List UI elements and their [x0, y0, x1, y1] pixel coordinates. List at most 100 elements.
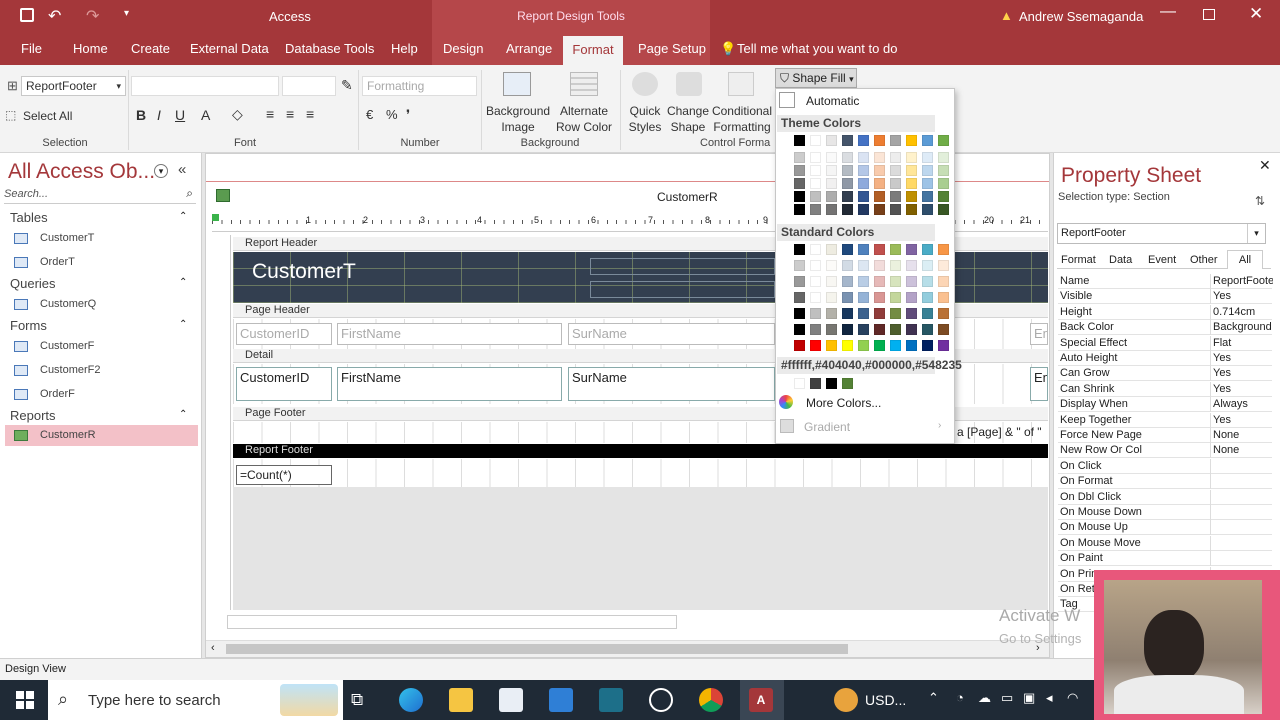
theme-color-shade-swatch[interactable] [890, 152, 901, 163]
detail-field-customerid[interactable]: CustomerID [236, 367, 332, 401]
theme-color-shade-swatch[interactable] [826, 165, 837, 176]
windows-start-icon[interactable] [16, 691, 34, 709]
theme-color-shade-swatch[interactable] [842, 178, 853, 189]
standard-color-shade-swatch[interactable] [938, 308, 949, 319]
standard-color-shade-swatch[interactable] [842, 260, 853, 271]
property-row[interactable]: On Dbl Click [1058, 489, 1272, 505]
tab-external-data[interactable]: External Data [190, 41, 269, 56]
recent-color-swatch[interactable] [794, 378, 805, 389]
standard-color-shade-swatch[interactable] [922, 260, 933, 271]
standard-color-swatch[interactable] [810, 340, 821, 351]
detail-field-surname[interactable]: SurName [568, 367, 775, 401]
file-explorer-icon[interactable] [449, 688, 473, 712]
theme-color-shade-swatch[interactable] [938, 165, 949, 176]
percent-icon[interactable]: % [386, 107, 398, 122]
undo-icon[interactable]: ↶ [48, 6, 61, 26]
task-view-icon[interactable]: ⧉ [351, 690, 363, 710]
theme-color-shade-swatch[interactable] [890, 204, 901, 215]
theme-color-shade-swatch[interactable] [842, 204, 853, 215]
report-selector[interactable] [212, 214, 219, 221]
theme-color-shade-swatch[interactable] [858, 191, 869, 202]
theme-color-shade-swatch[interactable] [826, 152, 837, 163]
nav-item-customerf2[interactable]: CustomerF2 [14, 360, 101, 380]
theme-color-shade-swatch[interactable] [810, 165, 821, 176]
standard-color-shade-swatch[interactable] [842, 324, 853, 335]
chevron-up-icon[interactable]: ⌃ [928, 690, 939, 706]
property-row[interactable]: On Paint [1058, 551, 1272, 567]
bold-icon[interactable]: B [136, 107, 146, 123]
standard-color-shade-swatch[interactable] [858, 276, 869, 287]
standard-color-shade-swatch[interactable] [890, 308, 901, 319]
cloud-icon[interactable]: ☁ [978, 690, 991, 706]
standard-color-shade-swatch[interactable] [906, 324, 917, 335]
theme-color-shade-swatch[interactable] [858, 204, 869, 215]
report-tab-title[interactable]: CustomerR [657, 190, 718, 204]
mail-icon[interactable] [549, 688, 573, 712]
nav-section-tables[interactable]: Tables [10, 210, 48, 225]
font-name-box[interactable] [131, 76, 279, 96]
font-color-icon[interactable]: A [201, 107, 210, 123]
standard-color-swatch[interactable] [938, 244, 949, 255]
underline-icon[interactable]: U [175, 107, 185, 123]
standard-color-shade-swatch[interactable] [794, 276, 805, 287]
theme-color-shade-swatch[interactable] [842, 165, 853, 176]
select-all-button[interactable]: Select All [23, 109, 72, 123]
standard-color-shade-swatch[interactable] [826, 276, 837, 287]
prop-tab-all[interactable]: All [1227, 250, 1263, 269]
property-value[interactable]: Yes [1213, 366, 1273, 381]
prop-tab-format[interactable]: Format [1061, 254, 1096, 266]
tab-design[interactable]: Design [443, 41, 483, 56]
theme-color-shade-swatch[interactable] [938, 191, 949, 202]
horizontal-scrollbar[interactable]: ‹ › [206, 640, 1049, 657]
standard-color-shade-swatch[interactable] [906, 292, 917, 303]
nav-item-ordert[interactable]: OrderT [14, 252, 75, 272]
standard-color-swatch[interactable] [890, 340, 901, 351]
tab-database-tools[interactable]: Database Tools [285, 41, 374, 56]
tab-file[interactable]: File [21, 41, 42, 56]
battery-icon[interactable]: ▭ [1001, 690, 1013, 706]
nav-item-customerq[interactable]: CustomerQ [14, 294, 96, 314]
standard-color-shade-swatch[interactable] [858, 308, 869, 319]
theme-color-shade-swatch[interactable] [858, 178, 869, 189]
standard-color-shade-swatch[interactable] [858, 324, 869, 335]
background-image-button[interactable]: Background [486, 104, 550, 118]
theme-color-swatch[interactable] [810, 135, 821, 146]
theme-color-swatch[interactable] [858, 135, 869, 146]
standard-color-shade-swatch[interactable] [826, 308, 837, 319]
access-icon[interactable]: A [749, 688, 773, 712]
standard-color-swatch[interactable] [938, 340, 949, 351]
standard-color-swatch[interactable] [810, 244, 821, 255]
theme-color-shade-swatch[interactable] [922, 191, 933, 202]
standard-color-shade-swatch[interactable] [858, 292, 869, 303]
standard-color-shade-swatch[interactable] [794, 260, 805, 271]
tab-page-setup[interactable]: Page Setup [638, 41, 706, 56]
recent-color-swatch[interactable] [826, 378, 837, 389]
standard-color-shade-swatch[interactable] [906, 260, 917, 271]
property-row[interactable]: On Mouse Move [1058, 535, 1272, 551]
standard-color-shade-swatch[interactable] [842, 308, 853, 319]
header-label-customerid[interactable]: CustomerID [236, 323, 332, 345]
nav-search-input[interactable]: Search... ⌕ [4, 186, 196, 204]
theme-color-shade-swatch[interactable] [922, 152, 933, 163]
taskbar-search-box[interactable]: ⌕ Type here to search [48, 680, 343, 720]
property-value[interactable]: ReportFoote [1213, 274, 1273, 289]
qat-dropdown-icon[interactable]: ▾ [124, 8, 129, 19]
theme-color-shade-swatch[interactable] [842, 152, 853, 163]
property-value[interactable]: None [1213, 428, 1273, 443]
detail-field-firstname[interactable]: FirstName [337, 367, 562, 401]
italic-icon[interactable]: I [157, 107, 161, 123]
theme-color-swatch[interactable] [922, 135, 933, 146]
scroll-left-icon[interactable]: ‹ [211, 642, 215, 654]
property-value[interactable]: Yes [1213, 382, 1273, 397]
network-icon[interactable]: ◔ [956, 690, 964, 705]
standard-color-swatch[interactable] [890, 244, 901, 255]
theme-color-shade-swatch[interactable] [826, 178, 837, 189]
tab-home[interactable]: Home [73, 41, 108, 56]
standard-color-shade-swatch[interactable] [874, 276, 885, 287]
standard-color-shade-swatch[interactable] [794, 324, 805, 335]
chevron-up-icon[interactable]: ⌃ [179, 277, 187, 288]
close-pane-icon[interactable]: ✕ [1259, 157, 1271, 174]
property-row[interactable]: On Format [1058, 474, 1272, 490]
theme-color-shade-swatch[interactable] [842, 191, 853, 202]
prop-tab-event[interactable]: Event [1148, 254, 1176, 266]
